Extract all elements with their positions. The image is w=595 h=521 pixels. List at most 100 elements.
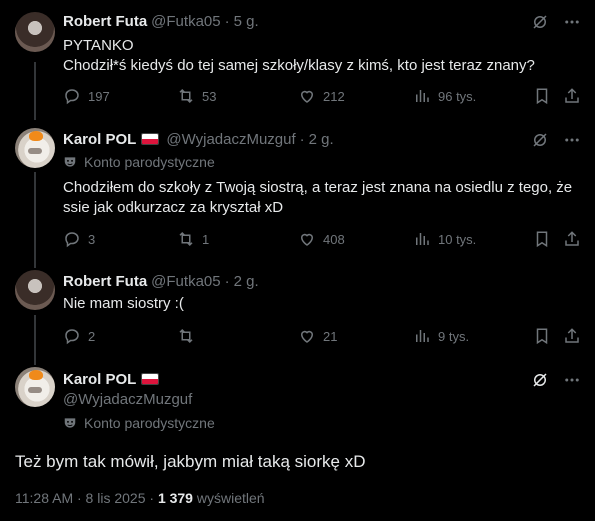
reply-count: 197 xyxy=(88,88,110,104)
parody-label: Konto parodystyczne xyxy=(63,153,215,171)
author-name[interactable]: Karol POL xyxy=(63,131,136,148)
avatar[interactable] xyxy=(15,270,55,310)
reply-icon xyxy=(65,329,79,345)
tweet-top-icons xyxy=(531,13,581,31)
like-button[interactable]: 21 xyxy=(298,326,337,346)
separator-dot: · xyxy=(224,272,230,290)
like-icon xyxy=(300,330,314,343)
bookmark-button[interactable] xyxy=(533,229,558,249)
views-button[interactable]: 96 tys. xyxy=(413,86,476,106)
like-button[interactable]: 212 xyxy=(298,86,345,106)
like-count: 408 xyxy=(323,231,345,247)
tweet-header: Robert Futa @Futka05 · 2 g. xyxy=(63,272,259,290)
share-button[interactable] xyxy=(563,86,588,106)
grok-icon[interactable] xyxy=(531,13,549,31)
views-icon xyxy=(416,330,429,342)
tweet-top-icons xyxy=(531,131,581,149)
more-icon[interactable] xyxy=(563,131,581,149)
author-handle[interactable]: @WyjadaczMuzguf xyxy=(166,131,295,148)
repost-icon xyxy=(179,231,193,247)
repost-count: 1 xyxy=(202,231,210,247)
share-icon xyxy=(565,88,579,103)
bookmark-icon xyxy=(536,328,548,345)
poland-flag-icon xyxy=(141,373,160,385)
views-count: 96 tys. xyxy=(438,88,477,104)
author-name[interactable]: Robert Futa xyxy=(63,273,147,290)
tweet-text: Nie mam siostry :( xyxy=(63,294,575,314)
views-count: 1 379 xyxy=(157,490,193,506)
avatar[interactable] xyxy=(15,367,55,407)
main-tweet: Karol POL @WyjadaczMuzguf Konto parodyst… xyxy=(0,365,595,521)
more-icon[interactable] xyxy=(563,371,581,389)
tweet-time[interactable]: 5 g. xyxy=(234,13,259,30)
tweet-top-icons xyxy=(531,371,581,389)
grok-icon[interactable] xyxy=(531,371,549,389)
more-icon[interactable] xyxy=(563,13,581,31)
share-icon xyxy=(565,231,579,246)
bookmark-button[interactable] xyxy=(533,86,558,106)
tweet-text-line: ssie jak odkurzacz za kryształ xD xyxy=(63,199,284,216)
repost-icon xyxy=(179,328,193,344)
tweet-text-line: Chodził*ś kiedyś do tej samej szkoły/kla… xyxy=(63,57,535,74)
like-count: 21 xyxy=(323,328,338,344)
tweet-meta: 11:28 AM · 8 lis 2025 · 1 379 wyświetleń xyxy=(15,490,265,506)
tweet-text-line: Chodziłem do szkoły z Twoją siostrą, a t… xyxy=(63,179,573,196)
separator-dot: · xyxy=(224,12,230,30)
author-handle[interactable]: @Futka05 xyxy=(151,273,220,290)
separator-dot: · xyxy=(299,130,305,148)
tweet-1[interactable]: Robert Futa @Futka05 · 5 g. PYTANKO Chod… xyxy=(0,0,595,120)
parody-text: Konto parodystyczne xyxy=(84,154,215,170)
repost-count: 53 xyxy=(202,88,217,104)
parody-text: Konto parodystyczne xyxy=(84,415,215,431)
views-icon xyxy=(416,233,429,245)
reply-button[interactable]: 197 xyxy=(63,86,110,106)
bookmark-button[interactable] xyxy=(533,326,558,346)
repost-icon xyxy=(179,88,193,104)
main-tweet-text: Też bym tak mówił, jakbym miał taką sior… xyxy=(15,452,366,471)
views-count: 9 tys. xyxy=(438,328,470,344)
tweet-text: PYTANKO Chodził*ś kiedyś do tej samej sz… xyxy=(63,36,575,76)
author-handle[interactable]: @Futka05 xyxy=(151,13,220,30)
share-button[interactable] xyxy=(563,229,588,249)
timestamp[interactable]: 11:28 AM · 8 lis 2025 · xyxy=(15,490,158,506)
parody-mask-icon xyxy=(64,418,76,428)
grok-icon[interactable] xyxy=(531,131,549,149)
author-name[interactable]: Robert Futa xyxy=(63,13,147,30)
like-count: 212 xyxy=(323,88,345,104)
views-count: 10 tys. xyxy=(438,231,477,247)
like-icon xyxy=(300,233,314,246)
parody-label: Konto parodystyczne xyxy=(63,414,215,432)
repost-button[interactable]: 1 xyxy=(177,229,209,249)
reply-count: 3 xyxy=(88,231,96,247)
bookmark-icon xyxy=(536,88,548,105)
views-label: wyświetleń xyxy=(192,490,265,506)
share-icon xyxy=(565,328,579,343)
tweet-time[interactable]: 2 g. xyxy=(309,131,334,148)
views-button[interactable]: 9 tys. xyxy=(413,326,469,346)
views-button[interactable]: 10 tys. xyxy=(413,229,476,249)
tweet-text-line: Nie mam siostry :( xyxy=(63,295,184,312)
like-icon xyxy=(300,90,314,103)
views-icon xyxy=(416,90,429,102)
share-button[interactable] xyxy=(563,326,588,346)
reply-button[interactable]: 2 xyxy=(63,326,95,346)
repost-button[interactable]: 53 xyxy=(177,86,216,106)
like-button[interactable]: 408 xyxy=(298,229,345,249)
action-bar: 2 21 9 tys. xyxy=(63,326,583,346)
parody-mask-icon xyxy=(64,157,76,167)
tweet-header: Robert Futa @Futka05 · 5 g. xyxy=(63,12,259,30)
reply-icon xyxy=(65,89,79,105)
avatar[interactable] xyxy=(15,12,55,52)
tweet-2[interactable]: Karol POL @WyjadaczMuzguf · 2 g. Konto p… xyxy=(0,120,595,268)
author-handle[interactable]: @WyjadaczMuzguf xyxy=(63,391,192,408)
reply-count: 2 xyxy=(88,328,96,344)
tweet-header: Karol POL @WyjadaczMuzguf · 2 g. xyxy=(63,130,334,148)
author-name[interactable]: Karol POL xyxy=(63,371,136,388)
tweet-time[interactable]: 2 g. xyxy=(234,273,259,290)
avatar[interactable] xyxy=(15,128,55,168)
repost-button[interactable] xyxy=(177,326,202,346)
tweet-text-line: PYTANKO xyxy=(63,37,134,54)
reply-button[interactable]: 3 xyxy=(63,229,95,249)
tweet-3[interactable]: Robert Futa @Futka05 · 2 g. Nie mam sios… xyxy=(0,268,595,365)
tweet-header: Karol POL xyxy=(63,370,160,388)
